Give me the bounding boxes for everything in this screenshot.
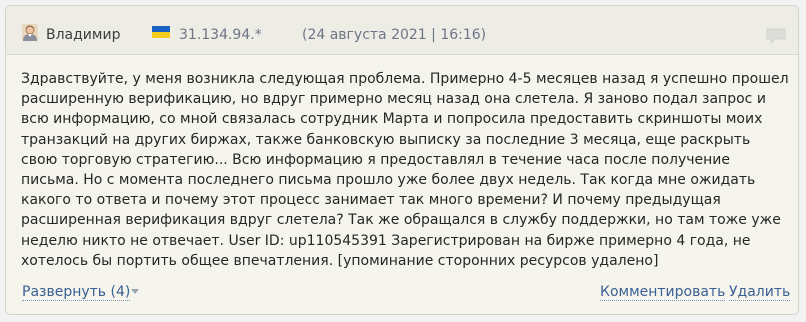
speech-bubble-icon[interactable] — [766, 28, 786, 44]
review-card: Владимир 31.134.94.* (24 августа 2021 | … — [5, 5, 799, 315]
chevron-down-icon[interactable] — [131, 289, 139, 295]
delete-link[interactable]: Удалить — [729, 284, 791, 301]
comment-link[interactable]: Комментировать — [600, 284, 726, 301]
ukraine-flag-icon — [152, 26, 170, 38]
username[interactable]: Владимир — [46, 27, 120, 43]
review-text: Здравствуйте, у меня возникла следующая … — [21, 71, 789, 269]
post-date: (24 августа 2021 | 16:16) — [302, 27, 487, 43]
review-header: Владимир 31.134.94.* (24 августа 2021 | … — [6, 6, 798, 55]
expand-link[interactable]: Развернуть (4) — [22, 284, 131, 301]
user-avatar-icon — [22, 24, 38, 41]
ip-address: 31.134.94.* — [179, 27, 262, 43]
